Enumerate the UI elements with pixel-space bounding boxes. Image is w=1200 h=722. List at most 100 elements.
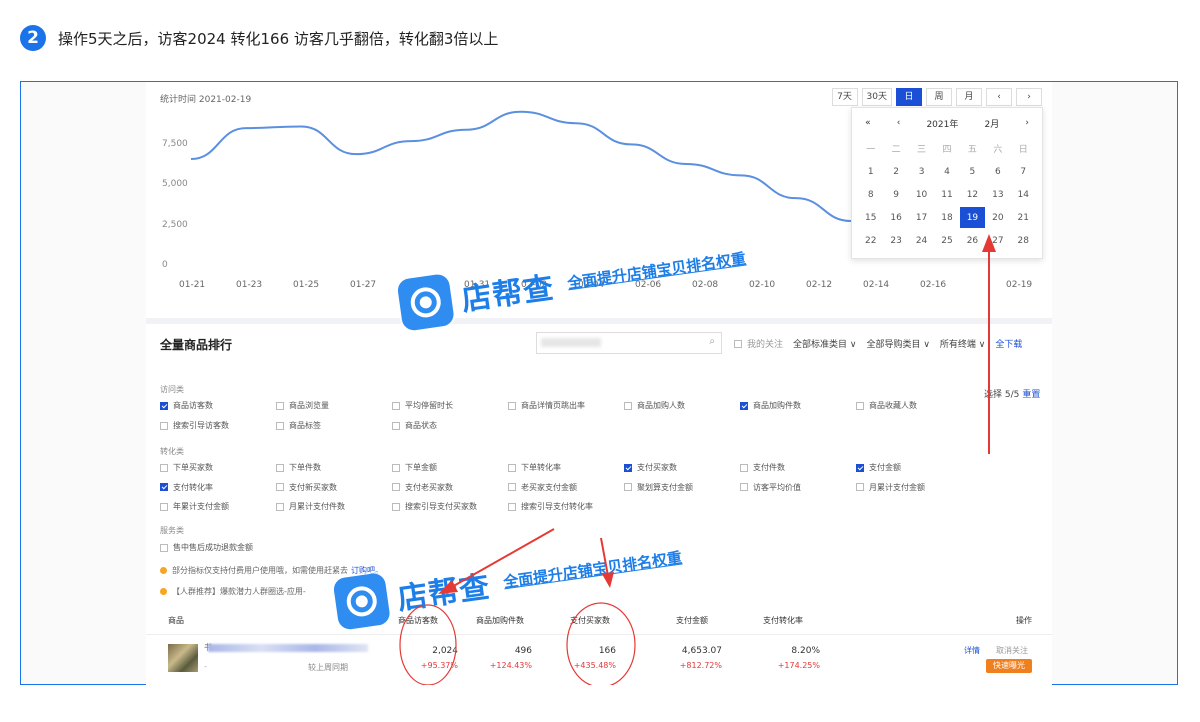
watermark-brand: 店帮查 [395,569,493,618]
metric-checkbox[interactable]: 商品详情页跳出率 [508,400,585,411]
checkbox-icon [856,483,864,491]
cancel-follow-link[interactable]: 取消关注 [996,645,1028,656]
calendar-day[interactable]: 13 [985,184,1010,205]
col-header-cart-items[interactable]: 商品加购件数 [476,615,524,626]
pay-amount-change: +812.72% [679,661,722,670]
calendar-day[interactable]: 25 [934,230,959,251]
watermark-brand: 店帮查 [459,270,557,319]
prev-month-icon[interactable]: ‹ [897,118,901,128]
detail-link[interactable]: 详情 [964,645,980,656]
category-select[interactable]: 全部标准类目 ∨ [793,337,856,350]
metric-checkbox[interactable]: 下单转化率 [508,462,561,473]
calendar-day[interactable]: 6 [985,161,1010,182]
metric-checkbox[interactable]: 年累计支付金额 [160,501,229,512]
calendar-day[interactable]: 15 [858,207,883,228]
metric-checkbox[interactable]: 商品收藏人数 [856,400,917,411]
x-tick-label: 01-25 [293,280,320,290]
my-follow-checkbox[interactable]: 我的关注 [734,337,783,350]
metric-checkbox[interactable]: 月累计支付金额 [856,482,925,493]
calendar-day[interactable]: 27 [985,230,1010,251]
metric-checkbox[interactable]: 月累计支付件数 [276,501,345,512]
buyers-change: +435.48% [573,661,616,670]
checkbox-icon [624,401,632,410]
metric-checkbox[interactable]: 售中售后成功退款金额 [160,542,253,553]
metric-checkbox[interactable]: 老买家支付金额 [508,482,577,493]
metric-checkbox[interactable]: 商品加购件数 [740,400,801,411]
metric-checkbox[interactable]: 支付新买家数 [276,482,337,493]
metric-checkbox[interactable]: 搜索引导访客数 [160,420,229,431]
calendar-day[interactable]: 3 [909,161,934,182]
search-icon[interactable]: ⌕ [709,336,715,347]
calendar-day[interactable]: 26 [960,230,985,251]
col-header-buyers[interactable]: 支付买家数 [570,615,610,626]
calendar-day[interactable]: 24 [909,230,934,251]
reset-link[interactable]: 重置 [1022,390,1040,400]
calendar-day-selected[interactable]: 19 [959,207,986,228]
metric-checkbox[interactable]: 下单买家数 [160,462,213,473]
calendar-day[interactable]: 2 [883,161,908,182]
calendar-day[interactable]: 1 [858,161,883,182]
date-picker-popup: « ‹ 2021年 2月 › 一二三四五六日 1 2 3 4 5 6 7 8 9 10 11 12 13 1… [851,107,1043,259]
terminal-select[interactable]: 所有终端 ∨ [940,337,985,350]
calendar-day[interactable]: 7 [1011,161,1036,182]
download-all-link[interactable]: 全下载 [995,337,1022,350]
metric-checkbox[interactable]: 支付件数 [740,462,785,473]
quick-expose-button[interactable]: 快速曝光 [986,659,1032,673]
calendar-day[interactable]: 8 [858,184,883,205]
metric-checkbox[interactable]: 搜索引导支付转化率 [508,501,593,512]
calendar-month[interactable]: 2月 [984,117,999,130]
metric-checkbox[interactable]: 商品加购人数 [624,400,685,411]
calendar-day[interactable]: 4 [934,161,959,182]
calendar-day[interactable]: 12 [960,184,985,205]
metric-label: 下单金额 [405,463,437,472]
calendar-day[interactable]: 22 [858,230,883,251]
calendar-day[interactable]: 18 [934,207,959,228]
calendar-year[interactable]: 2021年 [926,117,958,130]
product-thumbnail[interactable] [168,644,198,672]
metric-checkbox[interactable]: 商品浏览量 [276,400,329,411]
prev-year-icon[interactable]: « [865,118,871,128]
calendar-day[interactable]: 5 [960,161,985,182]
checkbox-icon [160,543,168,552]
calendar-day[interactable]: 21 [1011,207,1036,228]
col-header-pay-rate[interactable]: 支付转化率 [763,615,803,626]
calendar-day[interactable]: 28 [1011,230,1036,251]
group-title-service: 服务类 [160,526,184,535]
calendar-day[interactable]: 11 [934,184,959,205]
metric-checkbox[interactable]: 支付转化率 [160,482,213,493]
checkbox-icon [392,502,400,511]
calendar-grid: 一二三四五六日 1 2 3 4 5 6 7 8 9 10 11 12 13 14 15 16 17 18 19 20 21… [852,138,1042,251]
checkbox-icon [624,483,632,491]
metric-checkbox[interactable]: 下单件数 [276,462,321,473]
metric-label: 支付转化率 [173,482,213,492]
metric-checkbox[interactable]: 聚划算支付金额 [624,482,693,493]
metric-label: 下单买家数 [173,463,213,472]
calendar-day[interactable]: 10 [909,184,934,205]
checkbox-checked-icon [160,401,168,410]
calendar-day[interactable]: 16 [883,207,908,228]
calendar-day[interactable]: 23 [883,230,908,251]
metric-checkbox[interactable]: 商品状态 [392,420,437,431]
metric-checkbox[interactable]: 平均停留时长 [392,400,453,411]
watermark-logo-icon [396,273,456,332]
metric-checkbox[interactable]: 商品访客数 [160,400,213,411]
metric-checkbox[interactable]: 支付金额 [856,462,901,473]
blurred-product-title[interactable] [208,644,368,652]
product-dash: - [204,662,207,671]
next-month-icon[interactable]: › [1025,118,1029,128]
metric-checkbox[interactable]: 商品标签 [276,420,321,431]
calendar-day[interactable]: 20 [985,207,1010,228]
checkbox-checked-icon [856,463,864,472]
col-header-pay-amount[interactable]: 支付金额 [676,615,708,626]
metric-checkbox[interactable]: 支付买家数 [624,462,677,473]
metric-checkbox[interactable]: 下单金额 [392,462,437,473]
checkbox-checked-icon [624,463,632,472]
guide-category-select[interactable]: 全部导购类目 ∨ [866,337,929,350]
metric-checkbox[interactable]: 支付老买家数 [392,482,453,493]
product-search-input[interactable]: ⌕ [536,332,722,354]
metric-checkbox[interactable]: 访客平均价值 [740,482,801,493]
calendar-day[interactable]: 17 [909,207,934,228]
metric-checkbox[interactable]: 搜索引导支付买家数 [392,501,477,512]
calendar-day[interactable]: 14 [1011,184,1036,205]
calendar-day[interactable]: 9 [883,184,908,205]
